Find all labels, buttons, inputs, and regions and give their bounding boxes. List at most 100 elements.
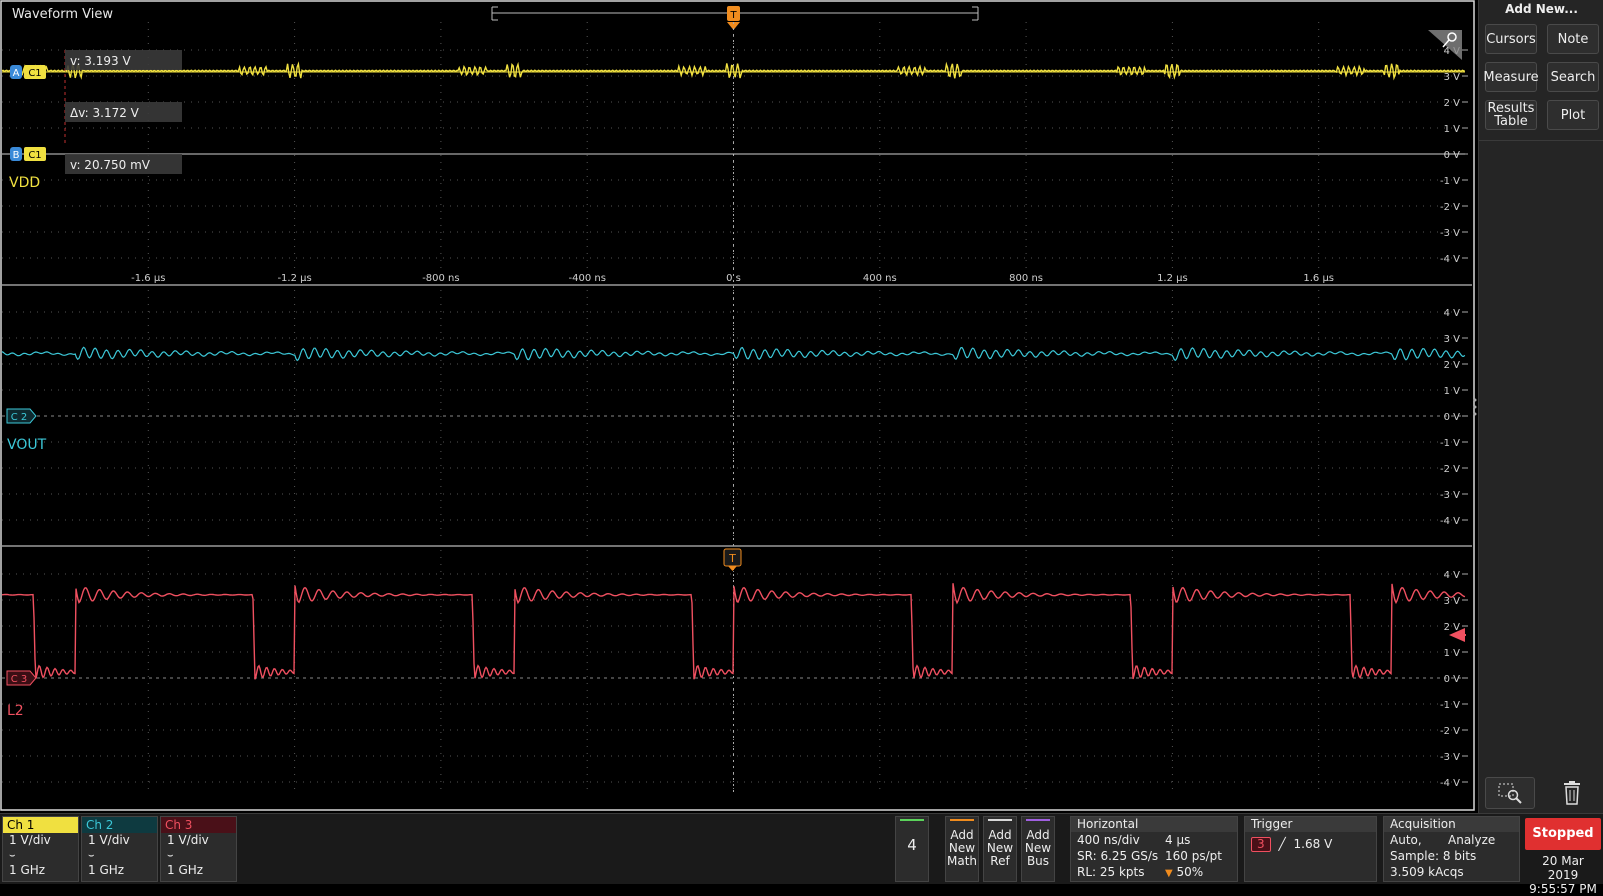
add-new-ref-button[interactable]: Add New Ref — [983, 816, 1017, 882]
cursor-a-readout: v: 3.193 V — [65, 50, 182, 70]
zoom-icon — [1498, 783, 1522, 804]
cursor-a-tag[interactable]: A C1 — [10, 65, 46, 79]
results-table-button[interactable]: Results Table — [1485, 100, 1537, 130]
trigger-source: 3 — [1251, 837, 1271, 852]
acquisition-analyze: Analyze — [1448, 833, 1496, 847]
add-new-math-button[interactable]: Add New Math — [945, 816, 979, 882]
time-tick-label: -800 ns — [422, 273, 459, 284]
add-new-panel: Add New... Cursors Note Measure Search R… — [1478, 0, 1603, 813]
time-tick-label: -1.6 µs — [131, 273, 165, 284]
channel-4-label: 4 — [907, 836, 917, 854]
trigger-settings[interactable]: Trigger 3 ╱ 1.68 V — [1244, 816, 1377, 882]
horizontal-title: Horizontal — [1071, 817, 1237, 832]
probe-icon: ⌣ — [88, 850, 95, 861]
volt-tick-label: 0 V — [1444, 412, 1461, 423]
svg-text:A: A — [13, 68, 20, 79]
scope-display: Waveform View T -4 V -3 V -2 V -1 V 0 V 1 V 2 … — [0, 0, 1477, 811]
channel-3-name: L2 — [7, 703, 24, 719]
channel-1-name: VDD — [9, 175, 40, 191]
time-tick-label: 400 ns — [863, 273, 897, 284]
trigger-marker-ch3[interactable]: T — [723, 548, 742, 571]
cursor-delta-readout: Δv: 3.172 V — [65, 102, 182, 122]
channel-2-offset-tag[interactable]: C 2 — [6, 408, 37, 424]
horizontal-position: 50% — [1176, 865, 1204, 879]
date-time: 20 Mar 2019 9:55:57 PM — [1525, 854, 1601, 896]
volt-tick-label: -3 V — [1440, 490, 1460, 501]
svg-text:v: 20.750 mV: v: 20.750 mV — [70, 158, 151, 172]
channel-4-button[interactable]: 4 — [895, 816, 929, 882]
cursor-b-readout: v: 20.750 mV — [65, 154, 182, 174]
waveform-view-title: Waveform View — [12, 7, 113, 22]
delete-button[interactable] — [1547, 777, 1597, 809]
time-tick-label: 1.2 µs — [1157, 273, 1188, 284]
run-stop-button[interactable]: Stopped — [1525, 818, 1601, 850]
volt-tick-label: 2 V — [1444, 98, 1461, 109]
svg-text:B: B — [13, 150, 20, 161]
volt-tick-label: 4 V — [1444, 308, 1461, 319]
svg-text:T: T — [729, 10, 737, 21]
waveform-view-frame — [0, 0, 1475, 811]
rising-edge-icon: ╱ — [1278, 837, 1286, 851]
panel-resize-handle[interactable] — [1473, 398, 1477, 416]
search-button[interactable]: Search — [1547, 62, 1599, 92]
volt-tick-label: 1 V — [1444, 386, 1461, 397]
volt-tick-label: -1 V — [1440, 438, 1460, 449]
channel-2-scale: 1 V/div — [88, 833, 130, 847]
time-tick-label: 0 s — [726, 273, 741, 284]
probe-icon: ⌣ — [9, 850, 16, 861]
svg-text:C1: C1 — [28, 68, 41, 79]
trigger-position-marker-top[interactable]: T — [727, 6, 740, 30]
svg-text:T: T — [728, 552, 736, 565]
channel-1-badge[interactable]: Ch 1 1 V/div ⌣ 1 GHz — [2, 816, 79, 882]
volt-tick-label: -4 V — [1440, 778, 1460, 789]
record-time: 4 µs — [1165, 833, 1191, 847]
date: 20 Mar 2019 — [1542, 854, 1584, 882]
volt-tick-label: -4 V — [1440, 516, 1460, 527]
volt-tick-label: -3 V — [1440, 752, 1460, 763]
channel-2-name: VOUT — [7, 437, 47, 453]
horizontal-scale: 400 ns/div — [1077, 833, 1140, 847]
channel-1-bandwidth: 1 GHz — [9, 863, 46, 877]
horizontal-settings[interactable]: Horizontal 400 ns/div 4 µs SR: 6.25 GS/s 1… — [1070, 816, 1238, 882]
acquisition-settings[interactable]: Acquisition Auto, Analyze Sample: 8 bits … — [1383, 816, 1520, 882]
volt-tick-label: 3 V — [1444, 334, 1461, 345]
volt-tick-label: 1 V — [1444, 124, 1461, 135]
volt-tick-label: -4 V — [1440, 254, 1460, 265]
cursor-b-tag[interactable]: B C1 — [10, 147, 46, 161]
cursors-button[interactable]: Cursors — [1485, 24, 1537, 54]
channel-2-badge[interactable]: Ch 2 1 V/div ⌣ 1 GHz — [81, 816, 158, 882]
sample-rate: SR: 6.25 GS/s — [1077, 849, 1159, 863]
measure-button[interactable]: Measure — [1483, 62, 1539, 92]
volt-tick-label: -2 V — [1440, 464, 1460, 475]
time-tick-label: -1.2 µs — [277, 273, 311, 284]
time-tick-label: 800 ns — [1009, 273, 1043, 284]
svg-text:C 3: C 3 — [11, 674, 28, 685]
channel-2-bandwidth: 1 GHz — [88, 863, 125, 877]
add-new-title: Add New... — [1505, 2, 1578, 16]
zoom-button[interactable] — [1485, 777, 1535, 809]
settings-bar: Ch 1 1 V/div ⌣ 1 GHz Ch 2 1 V/div ⌣ 1 GH… — [0, 813, 1603, 896]
channel-3-offset-tag[interactable]: C 3 — [6, 670, 37, 686]
trigger-level: 1.68 V — [1293, 837, 1333, 851]
volt-tick-label: 0 V — [1444, 674, 1461, 685]
channel-1-scale: 1 V/div — [9, 833, 51, 847]
add-new-bus-button[interactable]: Add New Bus — [1021, 816, 1055, 882]
volt-tick-label: 1 V — [1444, 648, 1461, 659]
channel-3-bandwidth: 1 GHz — [167, 863, 204, 877]
volt-tick-label: -2 V — [1440, 202, 1460, 213]
svg-text:C 2: C 2 — [11, 412, 28, 423]
channel-3-label: Ch 3 — [161, 817, 236, 833]
acquisition-title: Acquisition — [1384, 817, 1519, 832]
volt-tick-label: -3 V — [1440, 228, 1460, 239]
svg-text:C1: C1 — [28, 150, 41, 161]
channel-3-waveform — [1, 583, 1466, 680]
channel-3-badge[interactable]: Ch 3 1 V/div ⌣ 1 GHz — [160, 816, 237, 882]
volt-tick-label: 0 V — [1444, 150, 1461, 161]
volt-tick-label: 2 V — [1444, 360, 1461, 371]
panel-divider — [1479, 140, 1603, 141]
plot-button[interactable]: Plot — [1547, 100, 1599, 130]
channel-3-scale: 1 V/div — [167, 833, 209, 847]
add-ref-line-3: Ref — [990, 854, 1010, 868]
svg-text:Δv: 3.172 V: Δv: 3.172 V — [70, 106, 140, 120]
note-button[interactable]: Note — [1547, 24, 1599, 54]
